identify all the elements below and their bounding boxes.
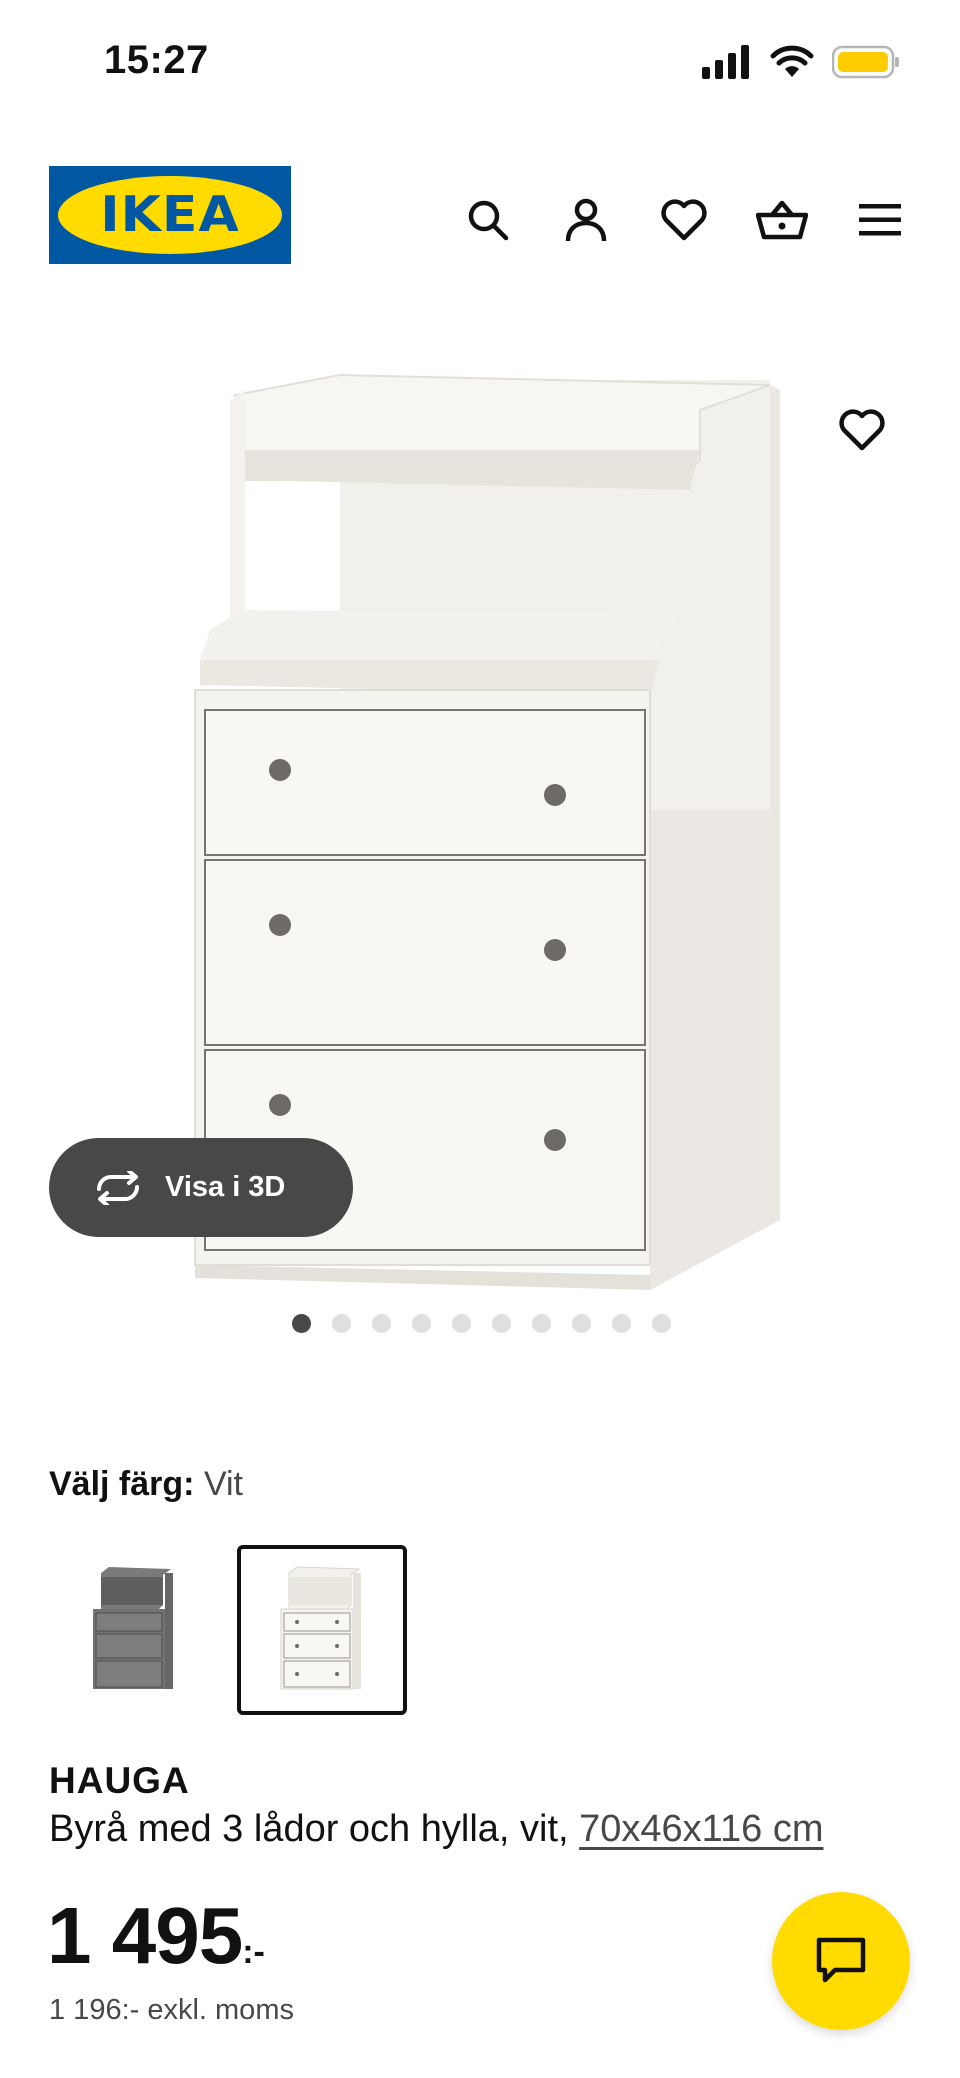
price-integer: 1 495 xyxy=(47,1891,243,1980)
view-in-3d-button[interactable]: Visa i 3D xyxy=(49,1138,353,1237)
color-swatch-gray[interactable] xyxy=(49,1545,219,1715)
color-value: Vit xyxy=(203,1465,244,1503)
shopping-basket-icon xyxy=(756,200,808,240)
color-swatches xyxy=(49,1545,407,1715)
product-gallery[interactable]: Visa i 3D xyxy=(0,300,960,1333)
price-suffix: :- xyxy=(242,1933,265,1971)
chat-button[interactable] xyxy=(772,1892,910,2030)
favorites-heart-icon xyxy=(661,199,707,241)
search-button[interactable] xyxy=(450,182,526,258)
product-description: Byrå med 3 lådor och hylla, vit, 70x46x1… xyxy=(49,1808,823,1851)
favorites-button[interactable] xyxy=(646,182,722,258)
color-swatch-white[interactable] xyxy=(237,1545,407,1715)
site-header: IKEA xyxy=(0,160,960,270)
product-price: 1 495 :- xyxy=(47,1890,265,1982)
ikea-logo[interactable]: IKEA xyxy=(49,166,291,264)
gallery-dot[interactable] xyxy=(452,1314,471,1333)
gallery-dot[interactable] xyxy=(612,1314,631,1333)
header-actions xyxy=(450,182,918,258)
account-icon xyxy=(565,198,607,242)
product-description-text: Byrå med 3 lådor och hylla, vit, xyxy=(49,1808,569,1850)
add-to-favorites-button[interactable] xyxy=(820,388,904,472)
signal-icon xyxy=(702,45,749,79)
account-button[interactable] xyxy=(548,182,624,258)
shopping-basket-button[interactable] xyxy=(744,182,820,258)
gallery-dot[interactable] xyxy=(372,1314,391,1333)
gallery-dot[interactable] xyxy=(492,1314,511,1333)
logo-oval: IKEA xyxy=(58,176,282,254)
logo-text: IKEA xyxy=(100,186,240,244)
product-name: HAUGA xyxy=(49,1760,190,1801)
status-bar: 15:27 xyxy=(0,0,960,120)
heart-icon xyxy=(839,409,885,451)
color-label: Välj färg: xyxy=(49,1465,195,1503)
gray-variant-thumbnail xyxy=(93,1567,173,1689)
gallery-dot[interactable] xyxy=(572,1314,591,1333)
gallery-dot[interactable] xyxy=(332,1314,351,1333)
gallery-dot[interactable] xyxy=(652,1314,671,1333)
search-icon xyxy=(468,200,509,241)
color-selector-label: Välj färg: Vit xyxy=(49,1465,243,1504)
gallery-pagination xyxy=(292,1314,671,1333)
price-excl-vat: 1 196:- exkl. moms xyxy=(49,1994,294,2026)
gallery-dot[interactable] xyxy=(532,1314,551,1333)
menu-button[interactable] xyxy=(842,182,918,258)
rotate-3d-icon xyxy=(97,1170,139,1205)
white-variant-thumbnail xyxy=(280,1566,361,1690)
battery-icon xyxy=(832,45,899,79)
chat-icon xyxy=(816,1937,866,1983)
wifi-icon xyxy=(770,45,814,77)
gallery-dot[interactable] xyxy=(412,1314,431,1333)
status-icons xyxy=(702,42,900,82)
status-time: 15:27 xyxy=(104,38,209,82)
view-in-3d-label: Visa i 3D xyxy=(165,1171,286,1203)
menu-icon xyxy=(859,204,901,236)
gallery-dot[interactable] xyxy=(292,1314,311,1333)
product-dimensions-link[interactable]: 70x46x116 cm xyxy=(579,1808,823,1850)
